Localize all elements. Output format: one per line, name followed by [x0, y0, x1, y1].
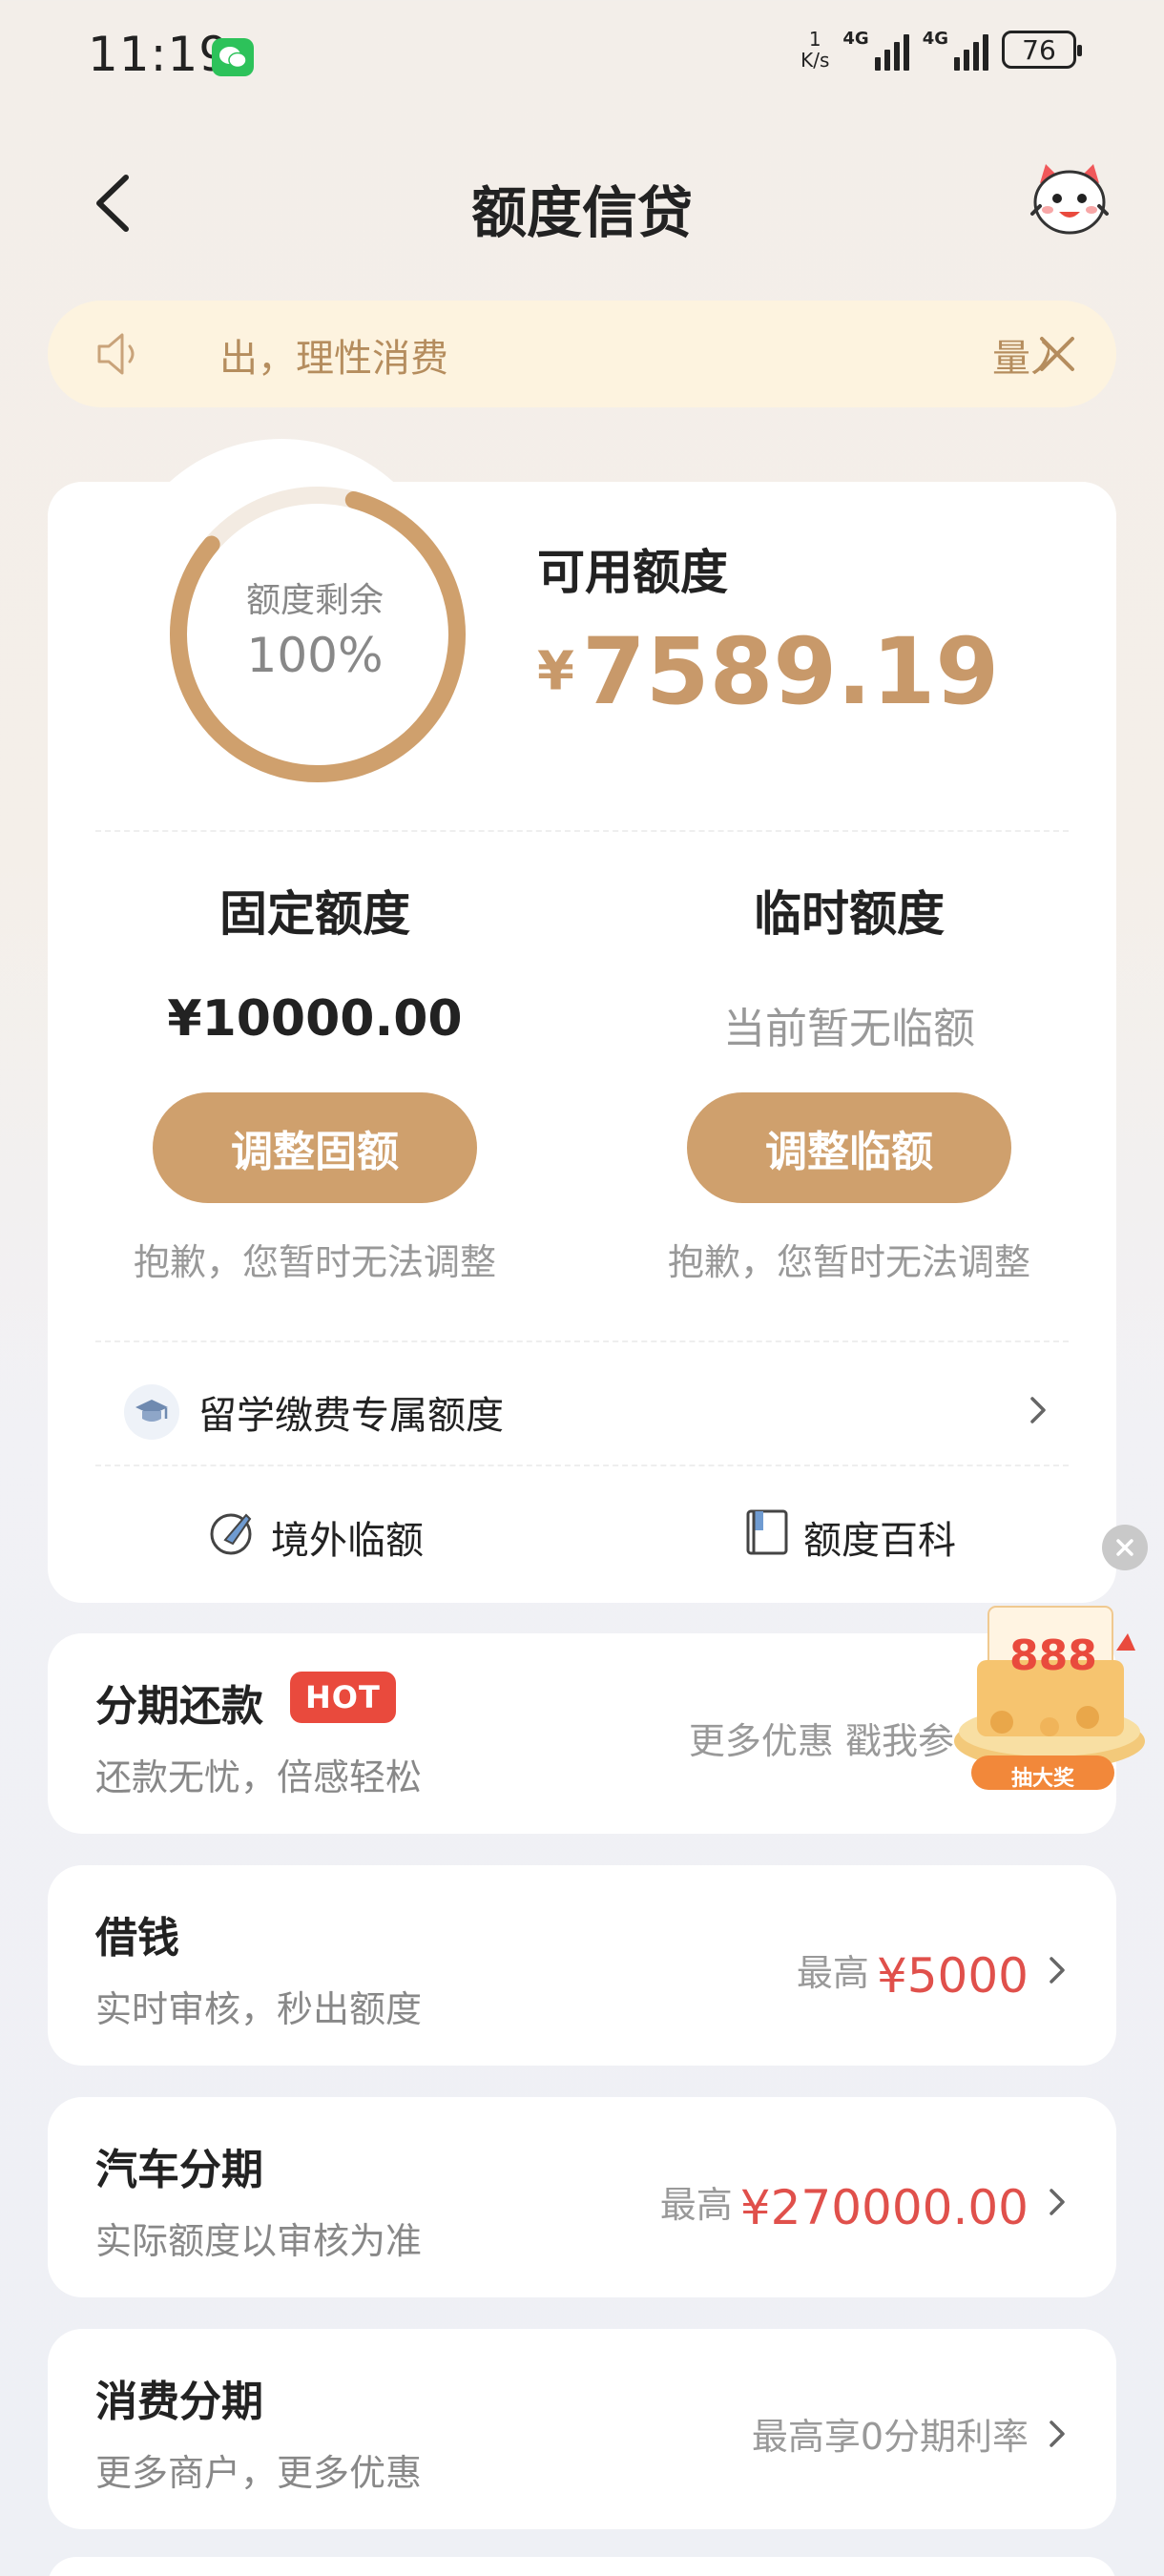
network-speed-value: 1: [808, 28, 821, 51]
close-icon[interactable]: [1036, 333, 1078, 379]
study-abroad-label: 留学缴费专属额度: [198, 1394, 504, 1438]
product-name: 分期还款: [95, 1682, 263, 1731]
chevron-right-icon: [1046, 2183, 1069, 2225]
overseas-temp-quota-label: 境外临额: [271, 1519, 424, 1563]
product-max-amount: 最高 ¥5000: [797, 1943, 1029, 2004]
fixed-quota-value: ¥10000.00: [167, 990, 463, 1048]
next-card-peek: [48, 2557, 1116, 2576]
adjust-temporary-quota-button[interactable]: 调整临额: [687, 1092, 1011, 1203]
book-icon: [744, 1507, 790, 1567]
notice-banner[interactable]: 出，理性消费 量入: [48, 301, 1116, 407]
status-bar: 11:19 1 K/s 4G 4G 76: [0, 0, 1164, 114]
chevron-right-icon: [1046, 2415, 1069, 2457]
available-quota-value: ¥7589.19: [537, 618, 999, 725]
product-subtitle: 实时审核，秒出额度: [95, 1988, 423, 2030]
network-type-label-2: 4G: [922, 29, 948, 49]
graduation-cap-icon: [124, 1384, 179, 1440]
max-amount-value: ¥5000: [876, 1947, 1029, 2004]
chevron-right-icon: [1046, 1951, 1069, 1993]
available-amount: 7589.19: [581, 618, 1000, 725]
promo-button-label[interactable]: 抽大奖: [971, 1761, 1114, 1792]
page-header: 额度信贷: [0, 143, 1164, 258]
product-name: 汽车分期: [95, 2146, 263, 2194]
temporary-quota-value: 当前暂无临额: [723, 1005, 975, 1053]
signal-icon-2: 4G: [923, 29, 988, 71]
battery-level: 76: [1022, 33, 1056, 66]
network-type-label: 4G: [842, 29, 869, 49]
temporary-quota-column: 临时额度 当前暂无临额: [639, 876, 1059, 1055]
ring-value: 100%: [246, 628, 384, 683]
product-subtitle: 还款无忧，倍感轻松: [95, 1756, 423, 1798]
max-prefix: 最高: [796, 1952, 869, 1994]
page-title: 额度信贷: [470, 180, 693, 245]
mascot-avatar-icon[interactable]: [1027, 160, 1112, 242]
battery-icon: 76: [1002, 31, 1082, 69]
product-subtitle: 更多商户，更多优惠: [95, 2452, 423, 2494]
adjust-fixed-quota-button[interactable]: 调整固额: [153, 1092, 477, 1203]
consumer-installment-card[interactable]: 消费分期 更多商户，更多优惠 最高享0分期利率: [48, 2329, 1116, 2529]
network-speed: 1 K/s: [800, 29, 829, 71]
fixed-quota-note: 抱歉，您暂时无法调整: [133, 1241, 496, 1283]
product-max-amount: 最高 ¥270000.00: [660, 2175, 1029, 2235]
study-abroad-quota-link[interactable]: 留学缴费专属额度: [76, 1374, 1050, 1450]
available-quota-label: 可用额度: [537, 545, 728, 600]
borrow-money-card[interactable]: 借钱 实时审核，秒出额度 最高 ¥5000: [48, 1865, 1116, 2066]
status-time: 11:19: [88, 27, 231, 82]
hot-badge: HOT: [290, 1672, 396, 1723]
divider: [95, 1465, 1069, 1466]
fixed-quota-column: 固定额度 ¥10000.00: [105, 876, 525, 1048]
temporary-quota-title: 临时额度: [754, 886, 945, 942]
notice-text: 出，理性消费: [219, 337, 448, 381]
wechat-notification-icon: [212, 38, 254, 76]
divider: [95, 830, 1069, 832]
ring-label: 额度剩余: [245, 581, 384, 620]
car-installment-card[interactable]: 汽车分期 实际额度以审核为准 最高 ¥270000.00: [48, 2097, 1116, 2297]
currency-symbol: ¥: [537, 640, 574, 703]
signal-icon: 4G: [842, 29, 909, 71]
speaker-icon: [95, 331, 149, 381]
product-subtitle: 实际额度以审核为准: [95, 2220, 423, 2262]
status-indicators: 1 K/s 4G 4G 76: [800, 29, 1082, 71]
chevron-right-icon: [1027, 1391, 1050, 1433]
max-amount-value: ¥270000.00: [739, 2179, 1029, 2235]
max-prefix: 最高: [659, 2184, 733, 2226]
product-name: 消费分期: [95, 2378, 263, 2426]
product-promo-text: 更多优惠 戳我参: [688, 1720, 954, 1762]
network-speed-unit: K/s: [800, 49, 830, 72]
quota-wiki-label: 额度百科: [803, 1519, 956, 1563]
product-name: 借钱: [95, 1914, 179, 1963]
product-promo-text: 最高享0分期利率: [751, 2416, 1029, 2458]
divider: [95, 1340, 1069, 1342]
quota-wiki-shortcut[interactable]: 额度百科: [744, 1507, 956, 1567]
close-promo-icon[interactable]: [1102, 1525, 1148, 1570]
promo-amount: 888: [1009, 1631, 1097, 1680]
fixed-quota-title: 固定额度: [219, 886, 410, 942]
overseas-temp-quota-shortcut[interactable]: 境外临额: [208, 1507, 424, 1567]
airplane-globe-icon: [208, 1507, 258, 1567]
temporary-quota-note: 抱歉，您暂时无法调整: [667, 1241, 1030, 1283]
